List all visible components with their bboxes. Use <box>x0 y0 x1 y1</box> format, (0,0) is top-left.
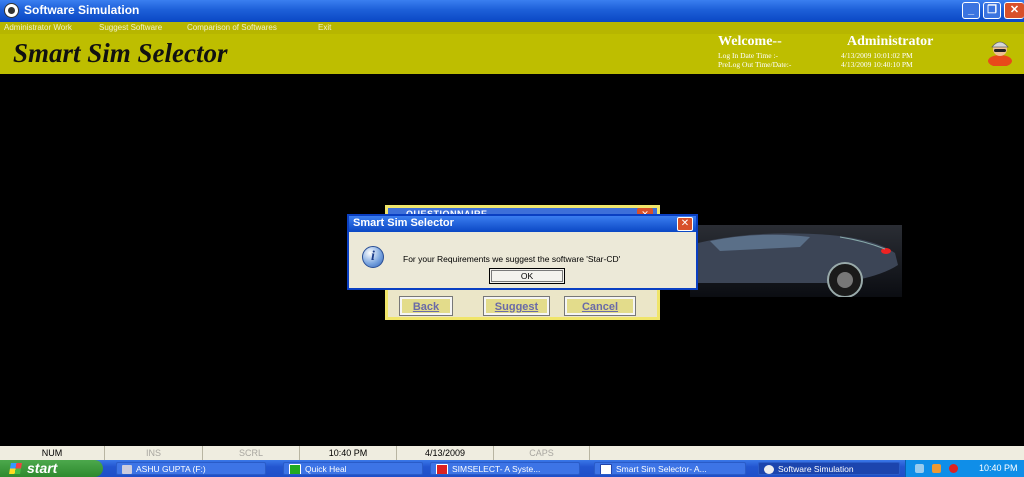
status-scrl: SCRL <box>203 446 300 460</box>
ok-button[interactable]: OK <box>489 268 565 284</box>
status-ins: INS <box>105 446 203 460</box>
security-icon[interactable] <box>949 464 958 473</box>
menu-exit[interactable]: Exit <box>318 23 331 32</box>
prelogout-value: 4/13/2009 10:40:10 PM <box>841 60 913 69</box>
message-box-titlebar: Smart Sim Selector ✕ <box>349 216 696 232</box>
maximize-button[interactable]: ❐ <box>983 2 1001 19</box>
app-icon <box>4 3 19 18</box>
quick-heal-icon <box>289 464 301 474</box>
taskbar: start ASHU GUPTA (F:) Quick Heal SIMSELE… <box>0 460 1024 477</box>
windows-flag-icon <box>9 463 22 474</box>
taskbar-item-smart-sim-selector[interactable]: Smart Sim Selector- A... <box>594 462 746 475</box>
cancel-button[interactable]: Cancel <box>564 296 636 316</box>
status-num: NUM <box>0 446 105 460</box>
taskbar-item-drive[interactable]: ASHU GUPTA (F:) <box>116 462 266 475</box>
status-time: 10:40 PM <box>300 446 397 460</box>
word-doc-icon <box>600 464 612 474</box>
header-banner: Smart Sim Selector Welcome-- Administrat… <box>0 34 1024 74</box>
menu-administrator-work[interactable]: Administrator Work <box>4 23 72 32</box>
status-date: 4/13/2009 <box>397 446 494 460</box>
close-button[interactable]: ✕ <box>1004 2 1024 19</box>
taskbar-item-simselect[interactable]: SIMSELECT- A Syste... <box>430 462 580 475</box>
drive-icon <box>122 465 132 474</box>
prelogout-label: PreLog Out Time/Date:- <box>718 60 792 69</box>
minimize-button[interactable]: _ <box>962 2 980 19</box>
pdf-icon <box>436 464 448 474</box>
network-icon[interactable] <box>915 464 924 473</box>
window-titlebar: Software Simulation _ ❐ ✕ <box>0 0 1024 22</box>
message-box: Smart Sim Selector ✕ i For your Requirem… <box>347 214 698 290</box>
status-caps: CAPS <box>494 446 590 460</box>
message-box-close-button[interactable]: ✕ <box>677 217 693 231</box>
brand-title: Smart Sim Selector <box>13 38 228 68</box>
taskbar-item-software-simulation[interactable]: Software Simulation <box>758 462 900 475</box>
start-button[interactable]: start <box>0 460 103 477</box>
tray-clock: 10:40 PM <box>979 463 1018 473</box>
status-bar: NUM INS SCRL 10:40 PM 4/13/2009 CAPS <box>0 446 1024 460</box>
menu-bar: Administrator Work Suggest Software Comp… <box>0 22 1024 34</box>
app-icon <box>764 465 774 474</box>
user-name: Administrator <box>847 34 934 49</box>
info-icon: i <box>362 246 384 268</box>
system-tray: 10:40 PM <box>905 460 1024 477</box>
login-label: Log In Date Time :- <box>718 51 778 60</box>
start-label: start <box>27 460 58 476</box>
menu-comparison-of-softwares[interactable]: Comparison of Softwares <box>187 23 277 32</box>
message-box-title: Smart Sim Selector <box>353 217 454 229</box>
car-image <box>690 225 902 297</box>
window-title: Software Simulation <box>24 3 140 17</box>
suggest-button[interactable]: Suggest <box>483 296 550 316</box>
avatar-icon <box>988 41 1012 66</box>
taskbar-item-quick-heal[interactable]: Quick Heal <box>283 462 423 475</box>
login-value: 4/13/2009 10:01:02 PM <box>841 51 913 60</box>
tray-app-icon[interactable] <box>932 464 941 473</box>
welcome-label: Welcome-- <box>718 34 782 49</box>
back-button[interactable]: Back <box>399 296 453 316</box>
menu-suggest-software[interactable]: Suggest Software <box>99 23 162 32</box>
message-text: For your Requirements we suggest the sof… <box>403 254 621 264</box>
